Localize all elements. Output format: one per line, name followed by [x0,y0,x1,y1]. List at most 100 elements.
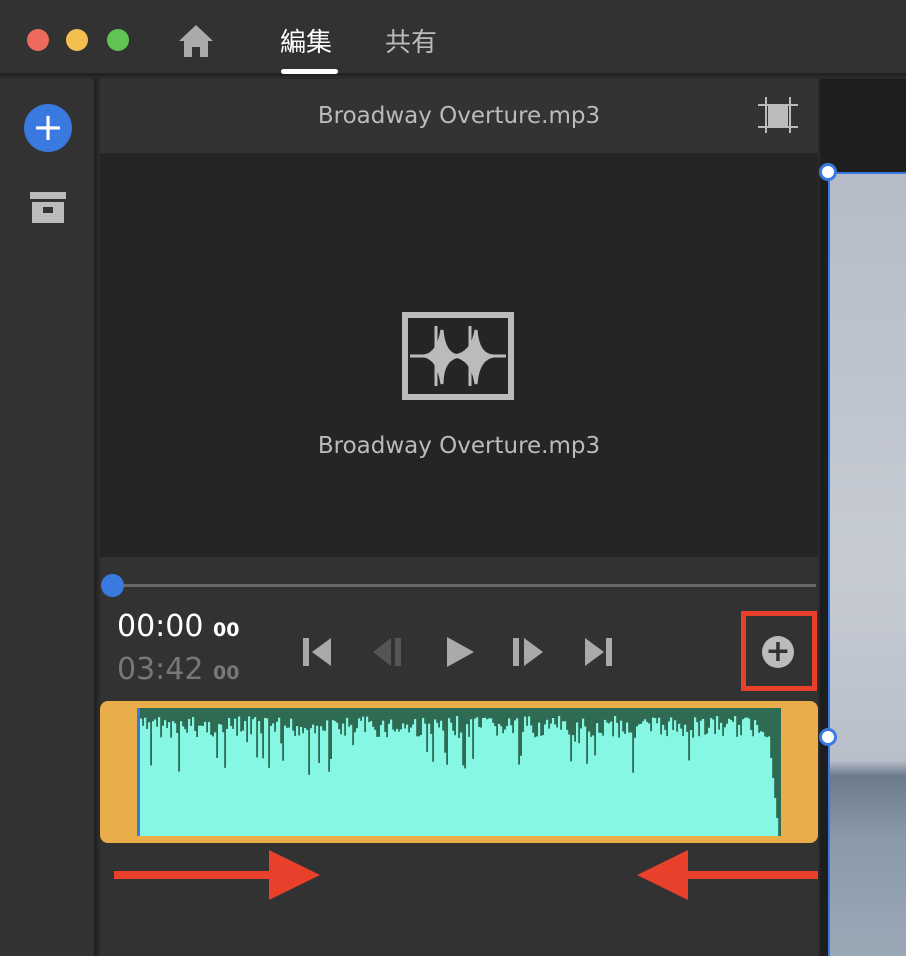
scrubber-knob[interactable] [101,574,124,597]
audio-file-icon [402,312,514,400]
playback-scrubber[interactable] [112,584,816,587]
waveform-bar [394,731,397,836]
waveform-bar [518,764,521,836]
waveform-bar [532,732,535,836]
waveform-bar [398,731,401,836]
tab-share[interactable]: 共有 [385,22,437,59]
waveform-bar [170,737,173,836]
waveform-bar [194,730,197,836]
waveform-bar [430,733,433,836]
waveform-bar [152,721,155,836]
waveform-bar [404,728,407,836]
waveform-bar [492,722,495,836]
waveform-bar [448,718,451,836]
waveform-bar [174,723,177,836]
waveform-playhead[interactable] [137,708,140,836]
waveform-bar [270,725,273,836]
waveform-bar [350,724,353,836]
waveform-bar [712,719,715,836]
waveform-bar [168,722,171,836]
minimize-window-button[interactable] [66,29,88,51]
waveform-bar [768,736,771,836]
waveform-bar [256,757,259,836]
waveform-bar [198,725,201,836]
waveform-bar [696,722,699,836]
waveform-bar [516,718,519,836]
next-frame-button[interactable] [510,634,546,670]
waveform-bar [282,760,285,836]
previous-frame-button[interactable] [370,634,406,670]
skip-to-start-button[interactable] [300,634,336,670]
clip-handle-top[interactable] [819,163,837,181]
waveform-bar [308,774,311,836]
waveform-bar [180,721,183,836]
clip-handle-middle[interactable] [819,728,837,746]
play-button[interactable] [442,634,478,670]
waveform-bar [592,735,595,836]
waveform-bar [216,757,219,836]
maximize-window-button[interactable] [107,29,129,51]
waveform-bar [708,727,711,836]
waveform-bar [646,722,649,836]
waveform-bar [200,725,203,836]
skip-to-end-button[interactable] [580,634,616,670]
waveform-bar [546,719,549,836]
waveform-bar [604,719,607,836]
waveform-bar [188,718,191,836]
waveform-bar [514,720,517,836]
waveform-bar [242,730,245,836]
waveform-bar [208,721,211,836]
waveform-bar [706,733,709,836]
add-to-timeline-button[interactable]: + [762,636,794,668]
waveform-bar [760,731,763,836]
waveform-bar [166,728,169,836]
waveform-bar [278,717,281,836]
waveform-bar [484,717,487,836]
trim-selection[interactable] [100,701,818,843]
waveform-bar [418,736,421,836]
waveform-bar [444,752,447,836]
duration: 03:42 00 [117,652,240,687]
waveform-bar [502,733,505,836]
waveform-bar [658,717,661,836]
waveform-bar [230,726,233,836]
waveform-bar [536,736,539,836]
add-media-button[interactable]: + [24,104,72,152]
waveform-bar [182,726,185,836]
waveform-bar [192,717,195,836]
tab-edit[interactable]: 編集 [280,22,332,59]
video-clip-thumbnail [828,172,906,956]
waveform-bar [622,731,625,836]
home-icon[interactable] [178,24,214,58]
waveform-bar [340,734,343,836]
waveform-bar [624,733,627,836]
waveform-bar [184,729,187,836]
waveform-bar [730,719,733,836]
panel-header: Broadway Overture.mp3 [100,79,818,153]
waveform-bar [556,727,559,836]
waveform-bar [584,726,587,836]
waveform-bar [482,717,485,836]
waveform-bar [190,725,193,836]
waveform-bar [512,733,515,836]
waveform-bar [652,717,655,836]
waveform-bar [176,733,179,836]
waveform-bar [228,717,231,836]
waveform-bar [490,718,493,836]
close-window-button[interactable] [27,29,49,51]
waveform-bar [612,736,615,836]
waveform-bar [150,765,153,836]
waveform-bar [638,724,641,836]
waveform-bar [506,726,509,836]
waveform-bar [288,727,291,836]
waveform-bar [572,735,575,836]
waveform-bar [520,755,523,836]
waveform-bar [206,732,209,836]
fullscreen-icon[interactable] [758,97,798,135]
waveform-bar [386,737,389,836]
waveform-bar [292,730,295,836]
waveform-bar [562,721,565,836]
waveform-bar [660,734,663,836]
waveform-bar [250,734,253,836]
archive-icon[interactable] [30,192,66,224]
